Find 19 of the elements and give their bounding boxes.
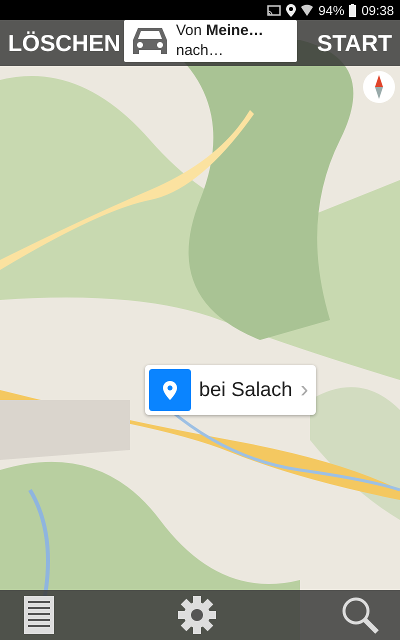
location-label: bei Salach — [199, 378, 292, 402]
start-button[interactable]: START — [315, 30, 394, 56]
search-button[interactable] — [340, 595, 380, 635]
location-popup[interactable]: bei Salach › — [145, 365, 316, 415]
delete-button[interactable]: LÖSCHEN — [6, 30, 122, 56]
route-from: Von Meine… — [176, 21, 264, 41]
settings-button[interactable] — [177, 595, 217, 635]
battery-icon — [349, 4, 356, 16]
battery-percent: 94% — [318, 2, 344, 18]
cast-icon — [267, 4, 282, 16]
route-to: nach… — [176, 41, 224, 61]
clock-time: 09:38 — [361, 2, 394, 18]
compass-icon[interactable] — [362, 70, 396, 104]
map-pin-icon — [149, 369, 191, 411]
chevron-icon: › — [300, 376, 308, 404]
route-button[interactable]: Von Meine… nach… — [124, 20, 297, 62]
location-icon — [286, 4, 296, 16]
list-button[interactable] — [24, 596, 54, 634]
wifi-icon — [301, 4, 314, 16]
